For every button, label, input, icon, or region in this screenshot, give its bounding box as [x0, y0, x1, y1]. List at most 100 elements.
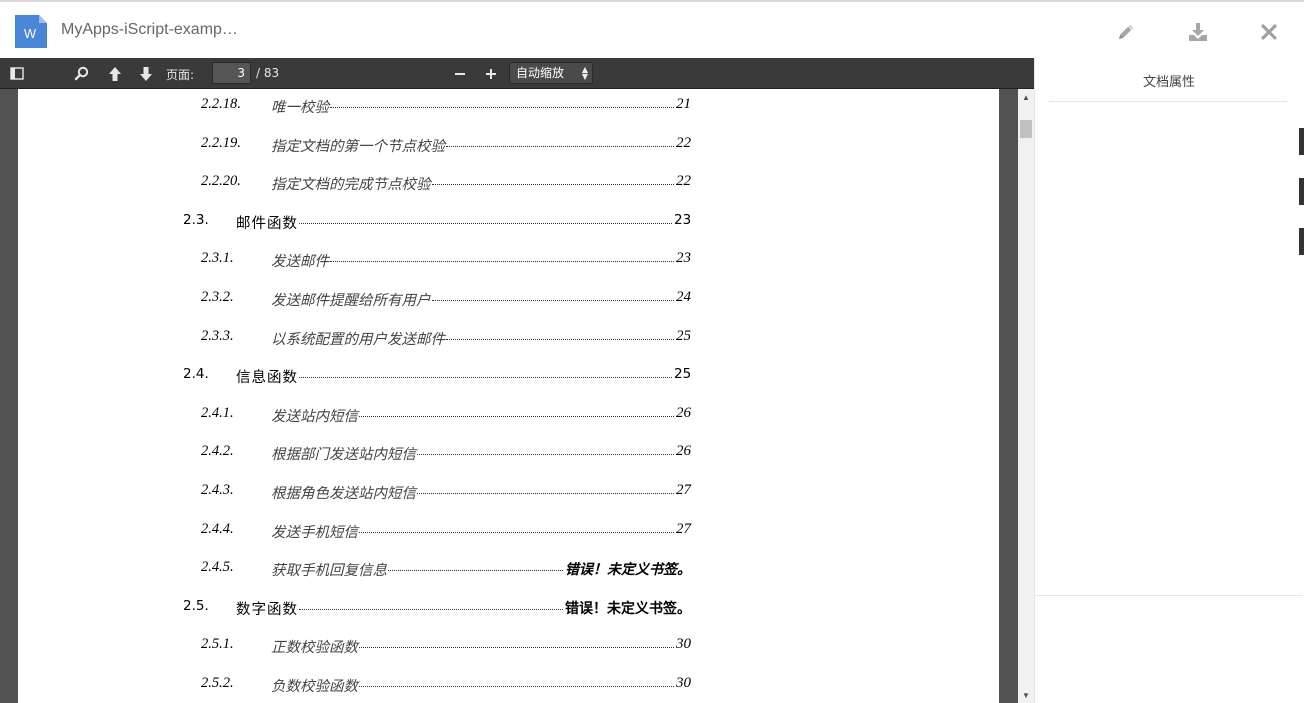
- toc-row[interactable]: 2.2.19. 指定文档的第一个节点校验 22: [183, 135, 691, 155]
- properties-panel-title: 文档属性: [1142, 75, 1195, 90]
- zoom-select[interactable]: 自动缩放 ▲ ▼: [509, 62, 593, 84]
- search-icon: [74, 66, 89, 81]
- select-arrows-icon: ▲ ▼: [581, 65, 588, 81]
- toc-row[interactable]: 2.4.1. 发送站内短信 26: [183, 405, 691, 425]
- window-edge: [1299, 178, 1304, 205]
- toc-row[interactable]: 2.2.20. 指定文档的完成节点校验 22: [183, 173, 691, 193]
- toc-title: 信息函数: [236, 370, 298, 387]
- close-button[interactable]: [1257, 20, 1281, 44]
- toc-title: 指定文档的完成节点校验: [271, 177, 431, 194]
- toc-page-number: 23: [674, 211, 692, 228]
- toc-page-number: 25: [674, 366, 692, 383]
- toc-number: 2.4.1.: [201, 404, 234, 421]
- toc-leader-dots: [432, 184, 674, 186]
- toc-page-number: 23: [676, 250, 691, 267]
- search-button[interactable]: [71, 63, 93, 85]
- toc-row[interactable]: 2.3.1. 发送邮件 23: [183, 250, 691, 270]
- toc-title: 数字函数: [236, 601, 298, 618]
- next-page-icon: [140, 67, 152, 81]
- toc-leader-dots: [299, 377, 672, 379]
- toc-title: 以系统配置的用户发送邮件: [271, 331, 445, 348]
- page-number-input[interactable]: 3: [212, 62, 251, 84]
- toc-title: 发送邮件提醒给所有用户: [271, 293, 431, 309]
- toc-row[interactable]: 2.5.2. 负数校验函数 30: [183, 675, 691, 695]
- toc-page-number: 22: [676, 173, 691, 190]
- sidebar-toggle-icon: [10, 67, 24, 80]
- window-edge: [1299, 128, 1304, 155]
- toc-row[interactable]: 2.2.18. 唯一校验 21: [183, 96, 691, 116]
- toc-number: 2.3.1.: [201, 250, 234, 267]
- toc-page-number: 30: [676, 675, 691, 691]
- document-title: MyApps-iScript-examp…: [61, 21, 238, 38]
- divider: [1035, 595, 1303, 596]
- toc-number: 2.5.2.: [201, 675, 234, 691]
- toc-leader-dots: [330, 107, 674, 108]
- toc-row[interactable]: 2.3.2. 发送邮件提醒给所有用户 24: [183, 289, 691, 309]
- toc-row[interactable]: 2.3. 邮件函数 23: [183, 212, 691, 232]
- toc-title: 根据角色发送站内短信: [271, 486, 416, 502]
- download-button[interactable]: [1186, 20, 1210, 44]
- toc-leader-dots: [446, 338, 674, 340]
- toc-row[interactable]: 2.5. 数字函数 错误！未定义书签。: [183, 598, 691, 618]
- zoom-in-icon: [486, 69, 496, 79]
- scroll-down-icon[interactable]: ▼: [1022, 692, 1030, 700]
- zoom-out-button[interactable]: [449, 63, 471, 85]
- toc-page-number: 30: [676, 636, 691, 653]
- toc-title: 唯一校验: [271, 100, 329, 116]
- vertical-scrollbar[interactable]: ▲ ▼: [1018, 89, 1034, 703]
- toc-title: 发送站内短信: [271, 408, 358, 425]
- toc-number: 2.2.18.: [201, 96, 241, 112]
- toc-number: 2.4.2.: [201, 443, 234, 460]
- previous-page-icon: [109, 67, 121, 81]
- toc-row[interactable]: 2.4. 信息函数 25: [183, 366, 691, 386]
- toc-title: 正数校验函数: [271, 640, 358, 657]
- toc-leader-dots: [299, 608, 563, 610]
- toc-title: 获取手机回复信息: [271, 563, 387, 580]
- toc-leader-dots: [417, 493, 674, 494]
- toc-leader-dots: [330, 261, 674, 263]
- previous-page-button[interactable]: [104, 63, 126, 85]
- toc-page-number: 27: [676, 520, 691, 537]
- toc-row[interactable]: 2.5.1. 正数校验函数 30: [183, 636, 691, 656]
- file-badge-letter: W: [24, 26, 37, 41]
- toc-page-number: 错误！未定义书签。: [565, 562, 691, 579]
- toc-title: 发送邮件: [271, 254, 329, 271]
- edit-button[interactable]: [1114, 20, 1138, 44]
- toc-number: 2.3.3.: [201, 327, 234, 344]
- toc-number: 2.2.19.: [201, 134, 241, 151]
- toc-page-number: 25: [676, 327, 691, 344]
- scrollbar-thumb[interactable]: [1020, 120, 1032, 138]
- next-page-button[interactable]: [135, 63, 157, 85]
- toc-row[interactable]: 2.4.3. 根据角色发送站内短信 27: [183, 482, 691, 502]
- toc-number: 2.4.4.: [201, 520, 234, 537]
- toc-number: 2.4.: [183, 366, 209, 383]
- toc-page-number: 错误！未定义书签。: [565, 600, 691, 617]
- toc-page-number: 27: [676, 482, 691, 498]
- toc-title: 负数校验函数: [271, 679, 358, 695]
- total-pages: / 83: [256, 66, 280, 80]
- toc-number: 2.5.1.: [201, 636, 234, 653]
- toc-title: 根据部门发送站内短信: [271, 447, 416, 464]
- divider: [1049, 101, 1287, 102]
- zoom-in-button[interactable]: [480, 63, 502, 85]
- toc-leader-dots: [359, 686, 674, 687]
- download-icon: [1189, 23, 1207, 41]
- toc-page-number: 26: [676, 443, 691, 460]
- toc-title: 发送手机短信: [271, 524, 358, 541]
- document-page: 2.2.18. 唯一校验 21 2.2.19. 指定文档的第一个节点校验 22 2.2.20…: [18, 89, 999, 703]
- toc-page-number: 21: [676, 96, 691, 112]
- sidebar-toggle-button[interactable]: [6, 63, 28, 85]
- toc-row[interactable]: 2.4.4. 发送手机短信 27: [183, 521, 691, 541]
- toc-number: 2.3.: [183, 211, 209, 228]
- document-view[interactable]: 2.2.18. 唯一校验 21 2.2.19. 指定文档的第一个节点校验 22 2.2.20…: [0, 89, 1034, 703]
- header-bar: W MyApps-iScript-examp…: [0, 0, 1304, 58]
- zoom-out-icon: [455, 73, 465, 75]
- close-icon: [1261, 24, 1277, 40]
- scroll-up-icon[interactable]: ▲: [1022, 94, 1030, 102]
- toc-leader-dots: [299, 222, 672, 224]
- zoom-select-value: 自动缩放: [516, 66, 565, 80]
- toc-row[interactable]: 2.4.2. 根据部门发送站内短信 26: [183, 443, 691, 463]
- toc-title: 邮件函数: [236, 215, 298, 232]
- toc-row[interactable]: 2.4.5. 获取手机回复信息 错误！未定义书签。: [183, 559, 691, 579]
- toc-row[interactable]: 2.3.3. 以系统配置的用户发送邮件 25: [183, 328, 691, 348]
